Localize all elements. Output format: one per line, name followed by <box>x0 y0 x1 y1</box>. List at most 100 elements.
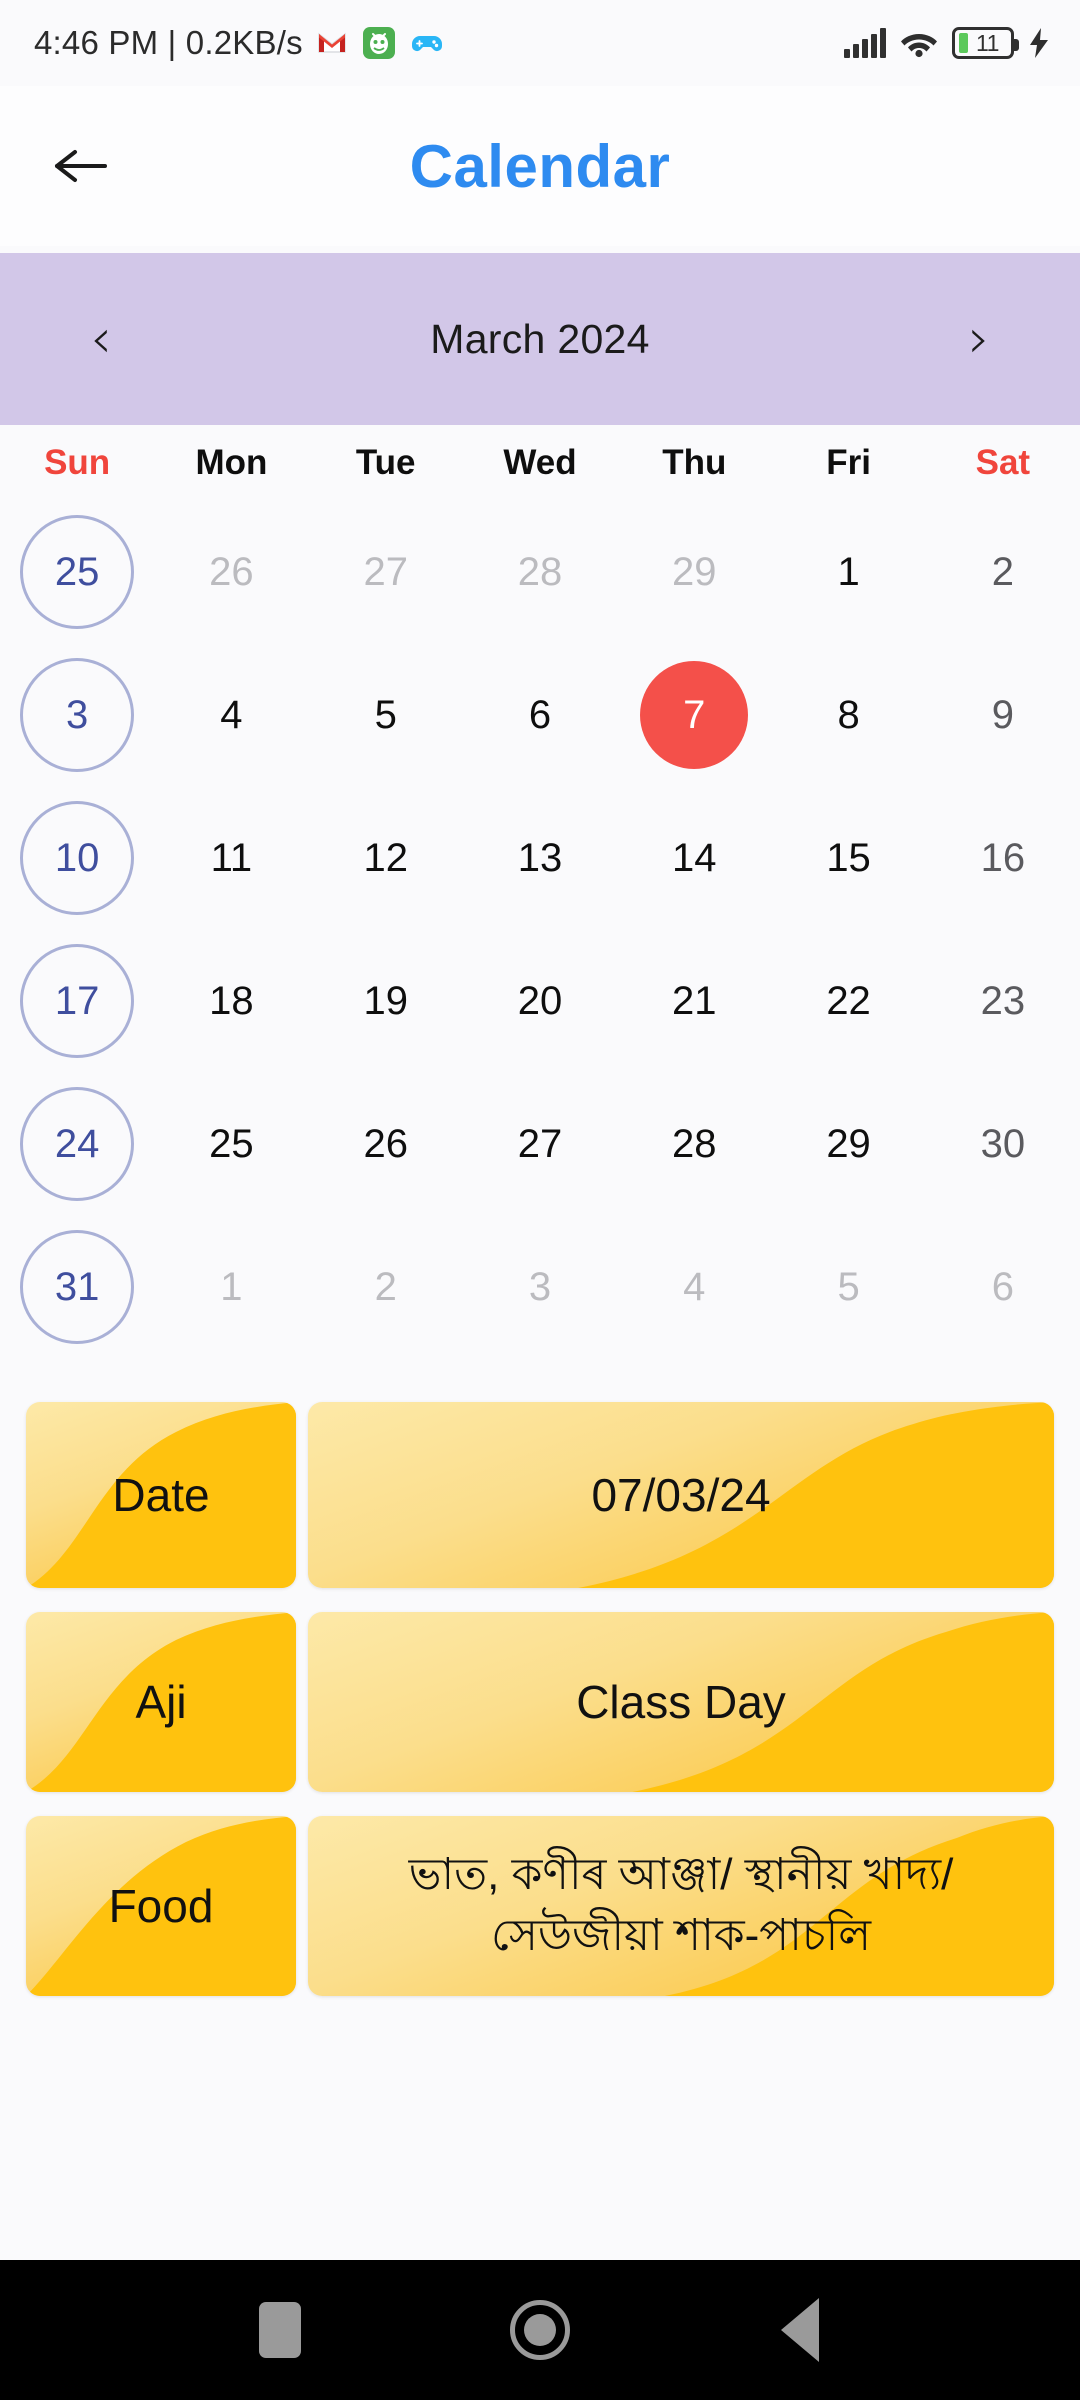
calendar-day-cell[interactable]: 3 <box>0 643 154 786</box>
aji-value-card[interactable]: Class Day <box>308 1612 1054 1792</box>
gmail-icon <box>317 31 347 55</box>
calendar-day-number: 26 <box>209 549 254 594</box>
status-bar-right: 11 <box>844 27 1050 59</box>
calendar-day-cell[interactable]: 28 <box>617 1072 771 1215</box>
calendar-day-number: 11 <box>210 835 253 880</box>
calendar-day-number: 1 <box>220 1264 243 1309</box>
weekday-header-fri: Fri <box>826 442 871 482</box>
food-value-card[interactable]: ভাত, কণীৰ আঞ্জা/ স্থানীয় খাদ্য/ সেউজীয়… <box>308 1816 1054 1996</box>
calendar-day-cell[interactable]: 27 <box>309 500 463 643</box>
calendar-day-cell[interactable]: 4 <box>154 643 308 786</box>
calendar-day-cell[interactable]: 15 <box>771 786 925 929</box>
calendar-day-number: 30 <box>980 1121 1026 1166</box>
calendar-day-cell[interactable]: 9 <box>926 643 1080 786</box>
calendar-day-cell[interactable]: 5 <box>309 643 463 786</box>
calendar-day-cell[interactable]: 11 <box>154 786 308 929</box>
calendar-day-cell[interactable]: 2 <box>926 500 1080 643</box>
gamepad-icon <box>411 31 443 55</box>
food-label-card: Food <box>26 1816 296 1996</box>
calendar-day-number: 23 <box>980 978 1026 1023</box>
calendar-day-cell[interactable]: 14 <box>617 786 771 929</box>
back-button[interactable] <box>44 129 118 203</box>
calendar-day-number: 21 <box>672 978 717 1023</box>
date-value-text: 07/03/24 <box>591 1468 771 1521</box>
calendar-day-number: 27 <box>517 1121 563 1166</box>
calendar-day-cell[interactable]: 6 <box>463 643 617 786</box>
weekday-header-mon: Mon <box>195 442 268 482</box>
status-bar: 4:46 PM | 0.2KB/s 11 <box>0 0 1080 86</box>
calendar-day-number: 24 <box>54 1121 100 1166</box>
calendar-day-cell[interactable]: 18 <box>154 929 308 1072</box>
calendar-day-cell[interactable]: 28 <box>463 500 617 643</box>
calendar-day-cell[interactable]: 23 <box>926 929 1080 1072</box>
weekday-header-sun: Sun <box>44 442 111 482</box>
calendar-day-number: 31 <box>54 1264 100 1309</box>
detail-row-aji: Aji Class Day <box>0 1612 1080 1792</box>
calendar-day-number: 3 <box>66 692 89 737</box>
calendar-weeks: 25 26 27 28 29 1 2 3 4 5 6 7 8 9 10 11 12 13 14 15 16 17 18 19 2… <box>0 500 1080 1358</box>
battery-fill <box>959 33 968 53</box>
calendar-day-number: 26 <box>363 1121 408 1166</box>
calendar-day-cell[interactable]: 10 <box>0 786 154 929</box>
system-back-button[interactable] <box>755 2285 845 2375</box>
android-navigation-bar <box>0 2260 1080 2400</box>
calendar-day-cell[interactable]: 25 <box>154 1072 308 1215</box>
calendar-day-cell[interactable]: 29 <box>771 1072 925 1215</box>
calendar-day-number: 29 <box>672 549 717 594</box>
calendar-day-cell[interactable]: 31 <box>0 1215 154 1358</box>
previous-month-button[interactable]: ‹ <box>66 304 136 374</box>
calendar-day-cell[interactable]: 5 <box>771 1215 925 1358</box>
calendar-week-row: 3 4 5 6 7 8 9 <box>0 643 1080 786</box>
detail-row-date: Date 07/03/24 <box>0 1402 1080 1588</box>
current-month-label: March 2024 <box>430 315 650 362</box>
charging-bolt-icon <box>1028 27 1050 59</box>
detail-row-food: Food ভাত, কণীৰ আঞ্জা/ স্থানীয় খাদ্য/ সে… <box>0 1816 1080 1996</box>
calendar-day-cell[interactable]: 30 <box>926 1072 1080 1215</box>
calendar-day-number: 3 <box>528 1264 552 1309</box>
calendar-day-number: 25 <box>54 549 100 594</box>
calendar-day-cell[interactable]: 19 <box>309 929 463 1072</box>
calendar-day-number: 9 <box>991 692 1014 737</box>
calendar-day-number: 12 <box>363 835 408 880</box>
calendar-day-cell[interactable]: 24 <box>0 1072 154 1215</box>
calendar-week-row: 24 25 26 27 28 29 30 <box>0 1072 1080 1215</box>
calendar-day-number: 18 <box>209 978 254 1023</box>
calendar-day-number: 8 <box>837 692 860 737</box>
calendar-day-cell[interactable]: 1 <box>771 500 925 643</box>
calendar-day-cell[interactable]: 17 <box>0 929 154 1072</box>
calendar-day-cell[interactable]: 20 <box>463 929 617 1072</box>
calendar-week-row: 17 18 19 20 21 22 23 <box>0 929 1080 1072</box>
calendar-day-cell[interactable]: 7 <box>617 643 771 786</box>
calendar-day-cell[interactable]: 13 <box>463 786 617 929</box>
back-arrow-icon <box>55 150 107 182</box>
calendar-day-cell[interactable]: 29 <box>617 500 771 643</box>
calendar-day-cell[interactable]: 25 <box>0 500 154 643</box>
calendar-day-number: 17 <box>54 978 100 1023</box>
recents-button[interactable] <box>235 2285 325 2375</box>
calendar-day-number: 20 <box>517 978 563 1023</box>
weekday-header-wed: Wed <box>503 442 577 482</box>
calendar-week-row: 31 1 2 3 4 5 6 <box>0 1215 1080 1358</box>
calendar-day-cell[interactable]: 2 <box>309 1215 463 1358</box>
calendar-day-cell[interactable]: 6 <box>926 1215 1080 1358</box>
calendar-day-number: 28 <box>672 1121 717 1166</box>
calendar-day-cell[interactable]: 26 <box>154 500 308 643</box>
date-label-text: Date <box>112 1468 210 1521</box>
calendar-day-cell[interactable]: 4 <box>617 1215 771 1358</box>
calendar-day-cell[interactable]: 12 <box>309 786 463 929</box>
calendar-day-cell[interactable]: 26 <box>309 1072 463 1215</box>
weekday-header-sat: Sat <box>975 442 1031 482</box>
date-value-card[interactable]: 07/03/24 <box>308 1402 1054 1588</box>
next-month-button[interactable]: › <box>944 304 1014 374</box>
calendar-day-cell[interactable]: 22 <box>771 929 925 1072</box>
calendar-day-cell[interactable]: 8 <box>771 643 925 786</box>
calendar-day-cell[interactable]: 16 <box>926 786 1080 929</box>
status-notification-icons <box>317 27 443 59</box>
home-button[interactable] <box>495 2285 585 2375</box>
calendar-day-cell[interactable]: 3 <box>463 1215 617 1358</box>
calendar-day-cell[interactable]: 27 <box>463 1072 617 1215</box>
calendar-day-cell[interactable]: 1 <box>154 1215 308 1358</box>
food-label-text: Food <box>108 1879 214 1932</box>
calendar-day-cell[interactable]: 21 <box>617 929 771 1072</box>
calendar-day-number: 10 <box>54 835 100 880</box>
